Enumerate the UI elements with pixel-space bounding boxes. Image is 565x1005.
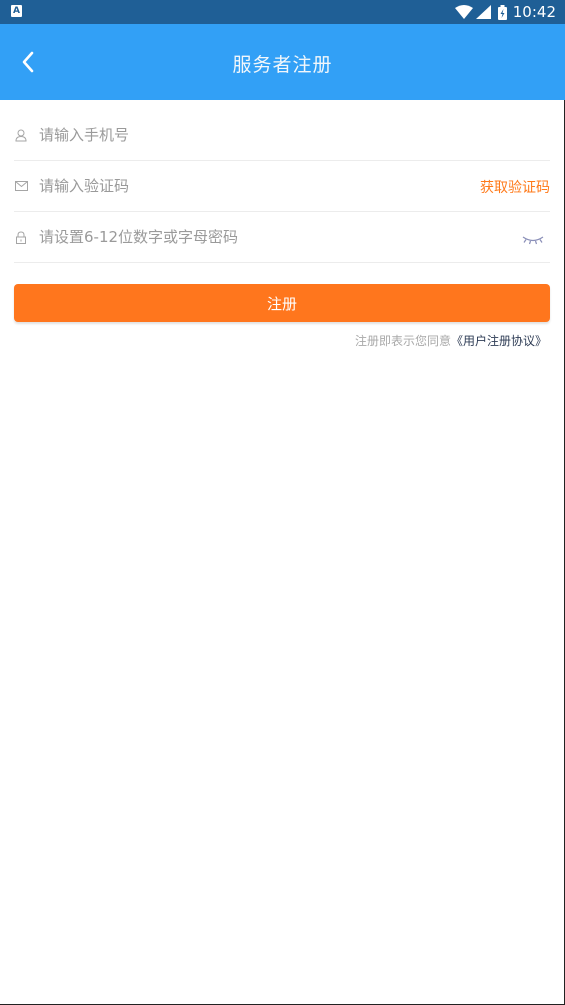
phone-row bbox=[14, 110, 550, 161]
password-row bbox=[14, 212, 550, 263]
code-input[interactable] bbox=[39, 177, 459, 195]
user-icon bbox=[14, 128, 28, 142]
status-bar: A 10:42 bbox=[0, 0, 565, 24]
signal-icon bbox=[475, 5, 491, 19]
password-input[interactable] bbox=[39, 228, 459, 246]
agreement-prefix: 注册即表示您同意 bbox=[354, 334, 451, 348]
battery-icon bbox=[497, 4, 507, 20]
status-icons: 10:42 bbox=[454, 0, 556, 24]
register-button[interactable]: 注册 bbox=[14, 284, 550, 322]
agreement-text: 注册即表示您同意《用户注册协议》 bbox=[355, 332, 547, 349]
lock-icon bbox=[14, 230, 28, 244]
get-code-button[interactable]: 获取验证码 bbox=[480, 177, 550, 197]
phone-input[interactable] bbox=[39, 126, 459, 144]
code-row: 获取验证码 bbox=[14, 161, 550, 212]
eye-closed-icon[interactable] bbox=[522, 230, 544, 249]
app-bar: 服务者注册 bbox=[0, 24, 565, 100]
notification-icon: A bbox=[11, 5, 22, 17]
status-time: 10:42 bbox=[512, 3, 556, 21]
register-form: 获取验证码 bbox=[14, 110, 550, 263]
wifi-icon bbox=[454, 5, 473, 19]
mail-icon bbox=[14, 179, 28, 193]
agreement-link[interactable]: 《用户注册协议》 bbox=[451, 334, 547, 348]
page-title: 服务者注册 bbox=[232, 54, 333, 76]
